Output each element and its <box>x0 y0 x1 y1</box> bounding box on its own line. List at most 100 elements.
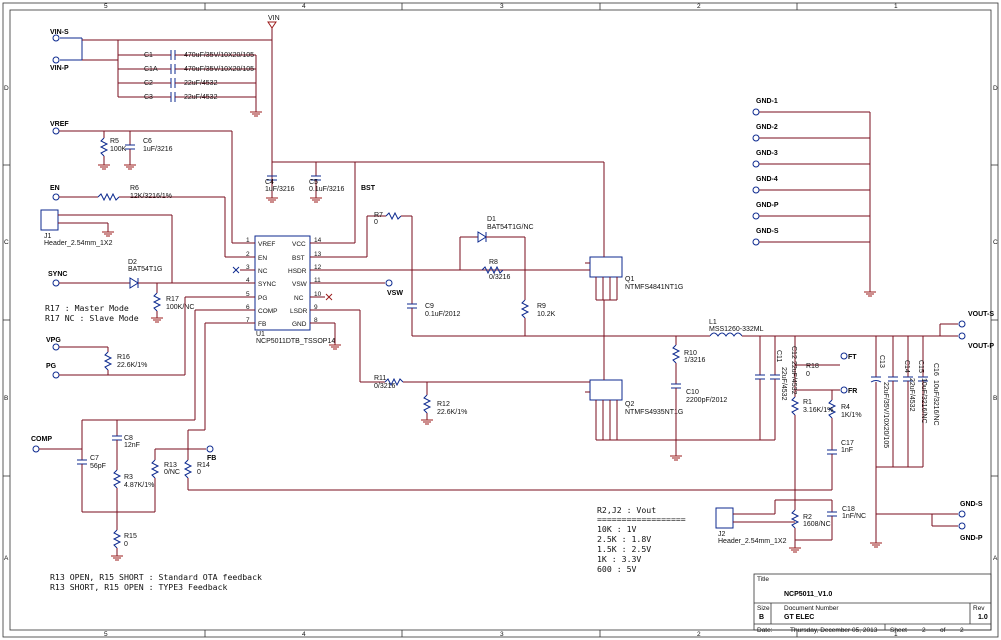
col-label-top-4: 4 <box>302 3 306 10</box>
rev-label: Rev <box>973 605 985 612</box>
pg-label: PG <box>46 363 57 370</box>
schematic-svg: 5 4 3 2 1 5 4 3 2 1 D C B A D C B A VIN … <box>2 2 999 638</box>
vin-p-connector[interactable] <box>52 56 60 64</box>
fr-testpoint[interactable] <box>840 386 848 394</box>
col-label-top-2: 2 <box>697 3 701 10</box>
gnd-1-connector[interactable] <box>752 108 760 116</box>
r9-refdes: R9 <box>537 303 546 310</box>
gnd-s-connector[interactable] <box>958 510 966 518</box>
title-block <box>753 573 992 631</box>
vout-p-connector[interactable] <box>958 332 966 340</box>
r18-refdes: R18 <box>806 363 819 370</box>
sync-connector[interactable] <box>52 279 60 287</box>
vin-port <box>267 21 277 29</box>
r8-value: 0/3216 <box>489 274 511 281</box>
vout-table-row: 2.5K : 1.8V <box>597 534 651 544</box>
u1-pinnum-8: 8 <box>314 317 318 324</box>
c1-refdes: C1 <box>144 52 153 59</box>
vout-table-row: 1.5K : 2.5V <box>597 544 651 554</box>
c2-value: 22uF/4532 <box>184 80 218 87</box>
c8-refdes: C8 <box>124 435 133 442</box>
c11-value: 22uF/4532 <box>780 367 787 401</box>
j2-refdes: J2 <box>718 531 726 538</box>
r2-refdes: R2 <box>803 514 812 521</box>
sheet-value: 2 <box>922 627 926 634</box>
c15-value: 10uF/3216/NC <box>920 378 927 424</box>
d1-value: BAT54T1G/NC <box>487 224 534 231</box>
gnd-1-label: GND-1 <box>756 98 778 105</box>
c2-refdes: C2 <box>144 80 153 87</box>
ft-testpoint[interactable] <box>840 352 848 360</box>
u1-pin-bst: BST <box>292 255 305 262</box>
c12-refdes: C12 <box>790 346 797 359</box>
c5-value: 0.1uF/3216 <box>309 186 345 193</box>
vout-table-rule: ================== <box>597 514 686 524</box>
en-connector[interactable] <box>52 193 60 201</box>
u1-pinnum-12: 12 <box>314 264 322 271</box>
gnd-p-label: GND-P <box>960 535 983 542</box>
vout-s-connector[interactable] <box>958 320 966 328</box>
u1-pin-en: EN <box>258 255 267 262</box>
j1-refdes: J1 <box>44 233 52 240</box>
gnd-3-connector[interactable] <box>752 160 760 168</box>
col-label-bottom-5: 5 <box>104 631 108 638</box>
col-label-bottom-2: 2 <box>697 631 701 638</box>
en-network <box>59 192 250 258</box>
u1-pin-sync: SYNC <box>258 281 276 288</box>
gnd-2-connector[interactable] <box>752 134 760 142</box>
r2-value: 1608/NC <box>803 521 831 528</box>
c18-value: 1nF/NC <box>842 513 866 520</box>
c13-value: 22uF/35V/10X20/105 <box>882 382 889 448</box>
vin-p-label: VIN-P <box>50 65 69 72</box>
gnd-3-label: GND-3 <box>756 150 778 157</box>
c3-refdes: C3 <box>144 94 153 101</box>
c4-value: 1uF/3216 <box>265 186 295 193</box>
comp-connector[interactable] <box>32 445 40 453</box>
u1-pinnum-2: 2 <box>246 251 250 258</box>
fb-testpoint[interactable] <box>206 445 214 453</box>
vref-connector[interactable] <box>52 127 60 135</box>
u1-pinnum-14: 14 <box>314 237 322 244</box>
row-label-right-d: D <box>993 85 998 92</box>
gnd-4-connector[interactable] <box>752 186 760 194</box>
vout-table-row: 10K : 1V <box>597 524 637 534</box>
row-label-right-c: C <box>993 239 998 246</box>
col-label-bottom-3: 3 <box>500 631 504 638</box>
r5-refdes: R5 <box>110 138 119 145</box>
c1a-refdes: C1A <box>144 66 158 73</box>
r17-refdes: R17 <box>166 296 179 303</box>
pg-connector[interactable] <box>52 371 60 379</box>
row-label-right-a: A <box>993 555 998 562</box>
r3-refdes: R3 <box>124 474 133 481</box>
note-feedback-type3: R13 SHORT, R15 OPEN : TYPE3 Feedback <box>50 582 228 592</box>
row-label-left-b: B <box>4 395 8 402</box>
c1-value: 470uF/35V/10X20/105 <box>184 52 254 59</box>
u1-pin-gnd: GND <box>292 321 307 328</box>
r6-value: 12K/3216/1% <box>130 193 172 200</box>
vpg-connector[interactable] <box>52 343 60 351</box>
u1-pin-nc-left: NC <box>258 268 268 275</box>
row-label-left-c: C <box>4 239 9 246</box>
u1-pinnum-13: 13 <box>314 251 322 258</box>
gnd-s-connector-top[interactable] <box>752 238 760 246</box>
c14-refdes: C14 <box>903 360 910 373</box>
col-label-top-5: 5 <box>104 3 108 10</box>
c10-value: 2200pF/2012 <box>686 397 727 404</box>
r14-refdes: R14 <box>197 462 210 469</box>
l1-refdes: L1 <box>709 319 717 326</box>
q2-mosfet <box>589 379 623 401</box>
gnd-p-connector[interactable] <box>958 522 966 530</box>
u1-pinnum-3: 3 <box>246 264 250 271</box>
col-label-top-3: 3 <box>500 3 504 10</box>
row-label-right-b: B <box>993 395 997 402</box>
gnd-p-connector-top[interactable] <box>752 212 760 220</box>
size-label: Size <box>757 605 770 612</box>
date-label: Date: <box>757 627 773 634</box>
u1-pin-vcc: VCC <box>292 241 306 248</box>
gnd-s-label-top: GND-S <box>756 228 779 235</box>
c16-value: 10uF/3216/NC <box>932 380 939 426</box>
u1-pin-fb: FB <box>258 321 266 328</box>
c6-refdes: C6 <box>143 138 152 145</box>
r7-refdes: R7 <box>374 212 383 219</box>
r9-value: 10.2K <box>537 311 556 318</box>
